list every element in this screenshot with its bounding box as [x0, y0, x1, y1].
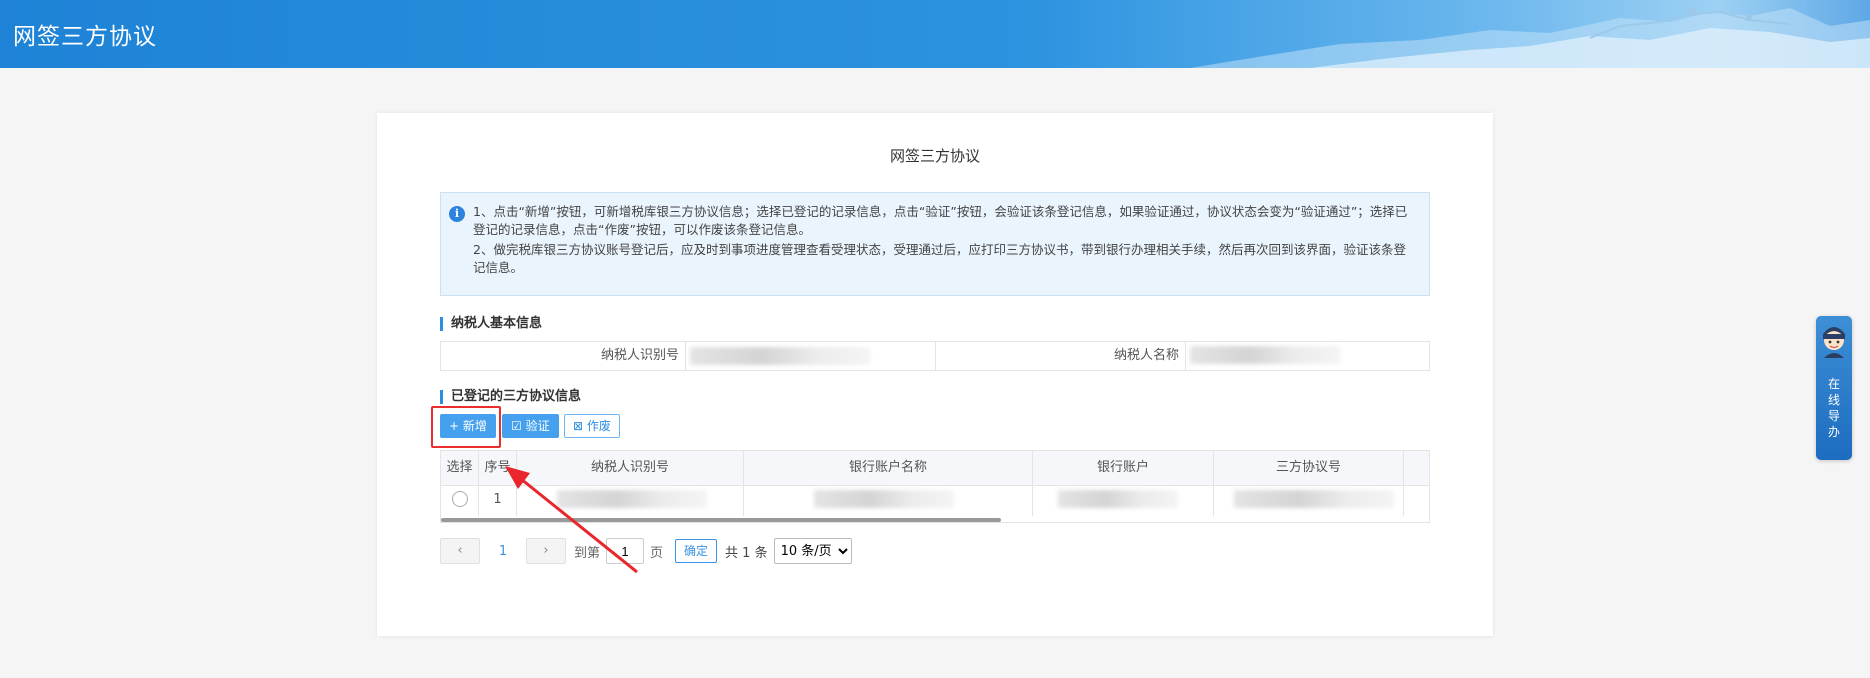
taxpayer-info-table: 纳税人识别号 纳税人名称 — [440, 341, 1430, 371]
online-help-button[interactable]: 在线导办 — [1816, 316, 1852, 460]
total-count: 共 1 条 — [725, 545, 768, 561]
row-index: 1 — [479, 486, 517, 516]
table-row[interactable]: 1 — [441, 486, 1429, 516]
row-bank-account — [1033, 486, 1214, 516]
add-button[interactable]: + 新增 — [440, 414, 496, 438]
col-agreement-no: 三方协议号 — [1214, 451, 1404, 485]
info-icon: i — [449, 206, 465, 222]
void-button-label: 作废 — [586, 419, 611, 433]
prev-page-button[interactable]: ‹ — [440, 538, 480, 564]
col-taxpayer-id: 纳税人识别号 — [517, 451, 744, 485]
row-radio[interactable] — [451, 490, 468, 507]
main-card: 网签三方协议 i 1、点击“新增”按钮，可新增税库银三方协议信息；选择已登记的记… — [377, 113, 1493, 636]
assistant-avatar-icon — [1823, 327, 1845, 358]
agreements-table: 选择 序号 纳税人识别号 银行账户名称 银行账户 三方协议号 1 — [440, 450, 1430, 523]
goto-label: 到第 — [574, 545, 601, 561]
void-button[interactable]: ⊠ 作废 — [564, 414, 620, 438]
col-extra — [1404, 451, 1429, 485]
taxpayer-name-value — [1186, 342, 1429, 370]
row-bank-account-name — [744, 486, 1033, 516]
confirm-button[interactable]: 确定 — [675, 539, 718, 563]
online-help-label: 在线导办 — [1827, 377, 1840, 439]
page-title: 网签三方协议 — [889, 147, 980, 165]
top-header: 网签三方协议 — [0, 0, 1870, 68]
notice-line-1: 1、点击“新增”按钮，可新增税库银三方协议信息；选择已登记的记录信息，点击“验证… — [473, 204, 1408, 237]
taxpayer-id-label: 纳税人识别号 — [441, 342, 686, 370]
taxpayer-name-label: 纳税人名称 — [936, 342, 1186, 370]
agreements-section-title: 已登记的三方协议信息 — [440, 390, 581, 404]
chevron-left-icon: ‹ — [457, 543, 463, 558]
chevron-right-icon: › — [543, 543, 549, 558]
notice-box: i 1、点击“新增”按钮，可新增税库银三方协议信息；选择已登记的记录信息，点击“… — [440, 192, 1430, 296]
pagination: ‹ 1 › 到第 页 确定 共 1 条 10 条/页 — [440, 537, 852, 565]
x-square-icon: ⊠ — [573, 419, 584, 433]
page-unit-label: 页 — [650, 545, 664, 561]
check-square-icon: ☑ — [511, 419, 522, 433]
row-select-cell — [441, 486, 479, 516]
great-wall-banner — [1190, 8, 1870, 68]
page-input[interactable] — [606, 538, 645, 564]
verify-button[interactable]: ☑ 验证 — [502, 414, 559, 438]
current-page-number[interactable]: 1 — [480, 544, 526, 559]
verify-button-label: 验证 — [525, 419, 550, 433]
col-select: 选择 — [441, 451, 479, 485]
table-header: 选择 序号 纳税人识别号 银行账户名称 银行账户 三方协议号 — [441, 451, 1429, 486]
next-page-button[interactable]: › — [526, 538, 566, 564]
col-bank-account-name: 银行账户名称 — [744, 451, 1033, 485]
header-title: 网签三方协议 — [13, 24, 157, 50]
col-bank-account: 银行账户 — [1033, 451, 1214, 485]
page-size-select[interactable]: 10 条/页 — [773, 538, 852, 564]
col-index: 序号 — [479, 451, 517, 485]
horizontal-scrollbar[interactable] — [441, 518, 1001, 522]
row-taxpayer-id — [517, 486, 744, 516]
taxpayer-section-title: 纳税人基本信息 — [440, 317, 542, 331]
taxpayer-id-value — [686, 342, 936, 370]
row-agreement-no — [1214, 486, 1404, 516]
notice-line-2: 2、做完税库银三方协议账号登记后，应及时到事项进度管理查看受理状态，受理通过后，… — [473, 242, 1406, 275]
